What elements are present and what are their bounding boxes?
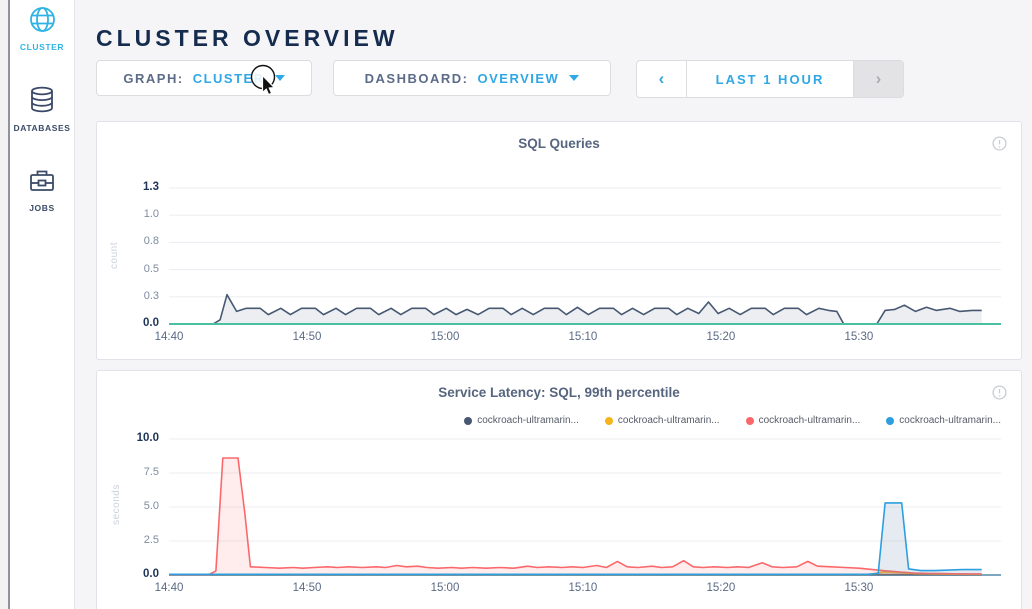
legend-item[interactable]: cockroach-ultramarin... — [886, 415, 1001, 426]
sidebar-item-label: JOBS — [10, 203, 74, 213]
dashboard-dropdown[interactable]: DASHBOARD: OVERVIEW — [333, 60, 611, 96]
y-tick-label: 0.8 — [97, 235, 159, 247]
legend-label: cockroach-ultramarin... — [759, 415, 861, 426]
chart-title: Service Latency: SQL, 99th percentile — [97, 385, 1021, 400]
chart-panel-sql-queries: SQL Queries count 1.31.00.80.50.30.0 14:… — [96, 121, 1022, 360]
sidebar: CLUSTER DATABASES — [10, 0, 75, 609]
chart-legend: cockroach-ultramarin... cockroach-ultrama… — [464, 415, 1001, 426]
dashboard-dropdown-value: OVERVIEW — [478, 71, 560, 86]
chart-title: SQL Queries — [97, 136, 1021, 151]
sidebar-item-label: DATABASES — [10, 123, 74, 133]
y-tick-label: 2.5 — [97, 534, 159, 546]
legend-item[interactable]: cockroach-ultramarin... — [605, 415, 720, 426]
x-tick-label: 14:50 — [293, 331, 322, 343]
legend-label: cockroach-ultramarin... — [899, 415, 1001, 426]
x-tick-label: 15:10 — [569, 331, 598, 343]
chevron-down-icon — [569, 75, 579, 81]
x-tick-label: 14:40 — [155, 582, 184, 594]
x-tick-label: 14:50 — [293, 582, 322, 594]
y-tick-label: 0.3 — [97, 290, 159, 302]
x-tick-label: 15:30 — [844, 582, 873, 594]
chevron-down-icon — [275, 75, 285, 81]
page-title: CLUSTER OVERVIEW — [96, 25, 399, 52]
x-tick-label: 15:20 — [707, 582, 736, 594]
y-tick-label: 10.0 — [97, 432, 159, 444]
y-tick-label: 0.0 — [97, 568, 159, 580]
y-tick-label: 1.0 — [97, 208, 159, 220]
databases-icon — [29, 86, 55, 119]
y-tick-label: 0.5 — [97, 263, 159, 275]
window-edge-rail — [0, 0, 10, 609]
sidebar-item-label: CLUSTER — [10, 42, 74, 52]
sidebar-item-databases[interactable]: DATABASES — [10, 86, 74, 133]
x-tick-label: 15:00 — [431, 331, 460, 343]
legend-dot-icon — [605, 417, 613, 425]
globe-icon — [29, 6, 56, 38]
x-tick-label: 15:20 — [707, 331, 736, 343]
legend-dot-icon — [746, 417, 754, 425]
legend-item[interactable]: cockroach-ultramarin... — [746, 415, 861, 426]
legend-dot-icon — [464, 417, 472, 425]
legend-dot-icon — [886, 417, 894, 425]
y-tick-label: 7.5 — [97, 466, 159, 478]
legend-label: cockroach-ultramarin... — [618, 415, 720, 426]
info-icon[interactable] — [992, 136, 1007, 151]
info-icon[interactable] — [992, 385, 1007, 400]
sidebar-item-jobs[interactable]: JOBS — [10, 168, 74, 213]
graph-dropdown[interactable]: GRAPH: CLUSTER — [96, 60, 312, 96]
time-window-label[interactable]: LAST 1 HOUR — [686, 61, 854, 97]
y-tick-label: 0.0 — [97, 317, 159, 329]
time-prev-button[interactable]: ‹ — [637, 61, 686, 97]
chart-panel-service-latency: Service Latency: SQL, 99th percentile co… — [96, 370, 1022, 609]
graph-dropdown-value: CLUSTER — [193, 71, 265, 86]
y-tick-label: 5.0 — [97, 500, 159, 512]
x-tick-label: 14:40 — [155, 331, 184, 343]
dashboard-dropdown-label: DASHBOARD: — [365, 71, 469, 86]
legend-label: cockroach-ultramarin... — [477, 415, 579, 426]
x-tick-label: 15:30 — [844, 331, 873, 343]
briefcase-icon — [28, 168, 56, 199]
x-tick-label: 15:10 — [569, 582, 598, 594]
time-window-selector: ‹ LAST 1 HOUR › — [636, 60, 904, 98]
sidebar-item-cluster[interactable]: CLUSTER — [10, 6, 74, 52]
y-tick-label: 1.3 — [97, 181, 159, 193]
x-tick-label: 15:00 — [431, 582, 460, 594]
graph-dropdown-label: GRAPH: — [123, 71, 183, 86]
time-next-button: › — [854, 61, 903, 97]
legend-item[interactable]: cockroach-ultramarin... — [464, 415, 579, 426]
cluster-overview-page: CLUSTER DATABASES — [0, 0, 1032, 609]
